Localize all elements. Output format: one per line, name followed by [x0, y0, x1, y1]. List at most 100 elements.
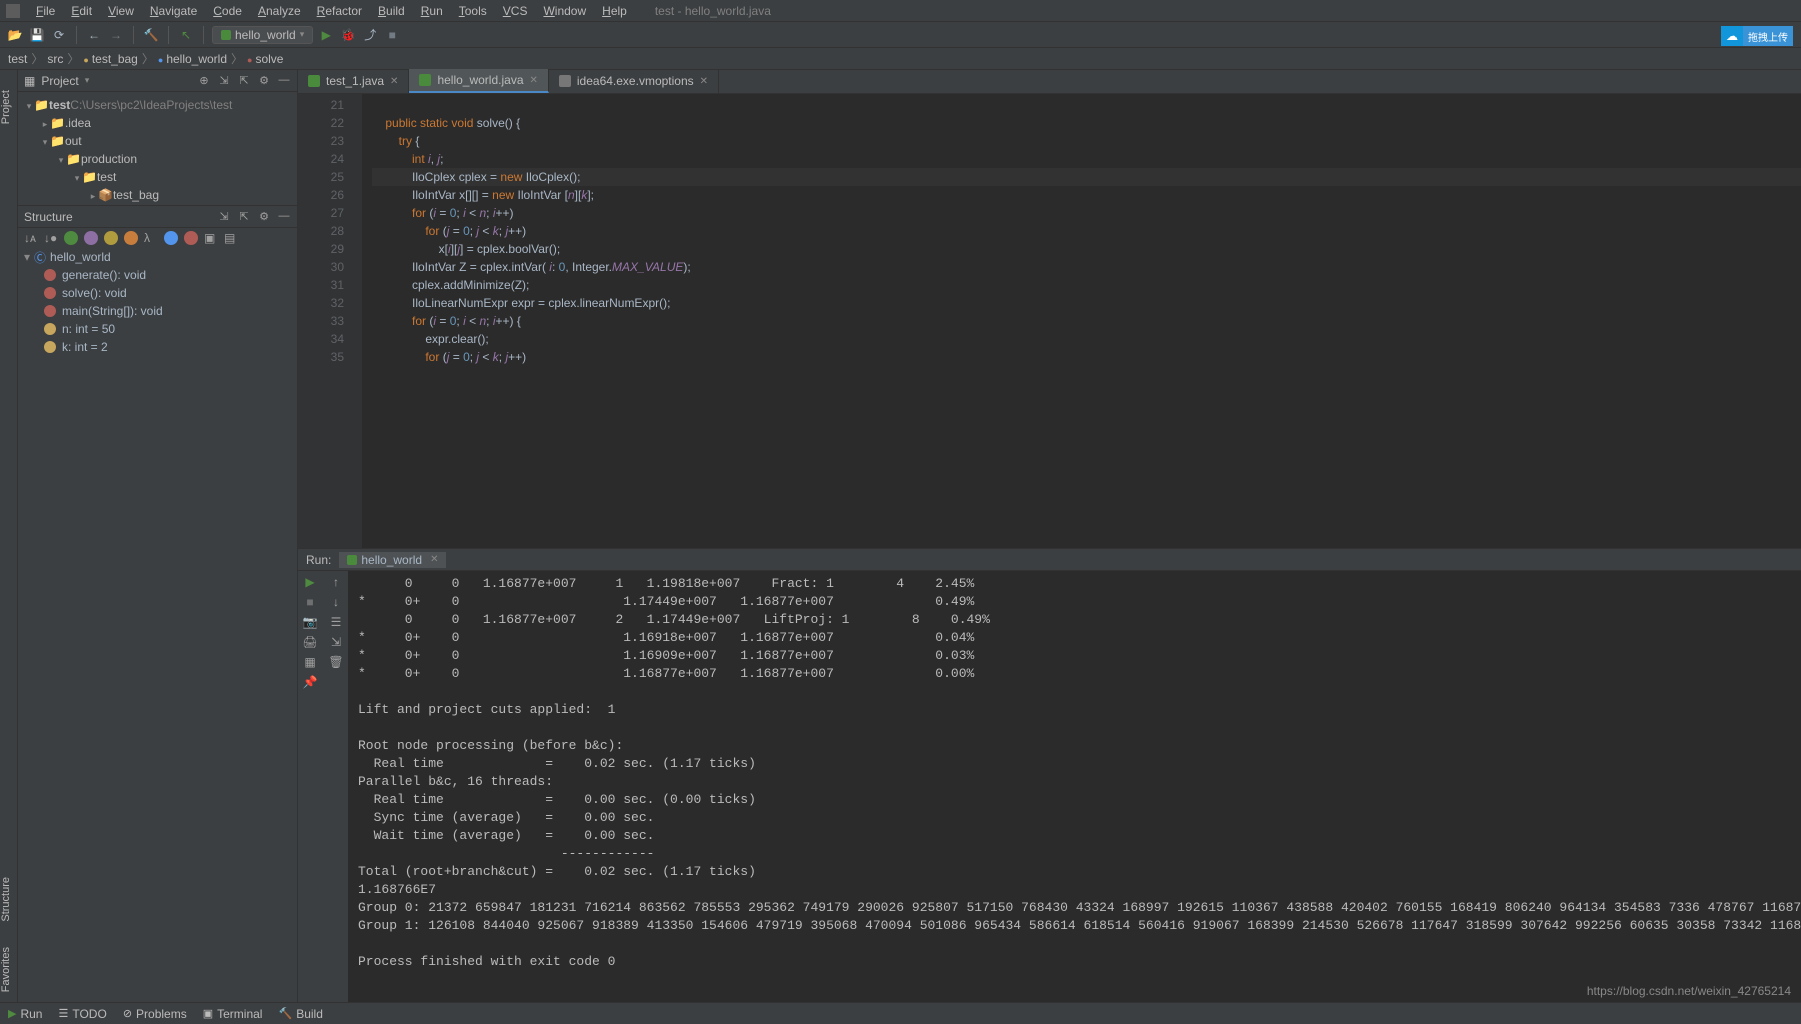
- tree-node-test[interactable]: test: [97, 170, 116, 184]
- run-output[interactable]: 0 0 1.16877e+007 1 1.19818e+007 Fract: 1…: [348, 571, 1801, 1002]
- structure-member[interactable]: k: int = 2: [62, 340, 108, 354]
- scroll-icon[interactable]: ⇲: [327, 635, 345, 649]
- run-config-selector[interactable]: hello_world: [212, 26, 313, 44]
- project-root-name[interactable]: test: [49, 98, 70, 112]
- breadcrumb-item[interactable]: src: [47, 52, 63, 66]
- menu-code[interactable]: Code: [205, 2, 250, 20]
- save-all-icon[interactable]: 💾: [28, 26, 46, 44]
- tree-node-testbag[interactable]: test_bag: [113, 188, 159, 202]
- tree-node-out[interactable]: out: [65, 134, 82, 148]
- cloud-upload-button[interactable]: ☁ 拖拽上传: [1721, 26, 1793, 46]
- menu-tools[interactable]: Tools: [451, 2, 495, 20]
- run-config-tab[interactable]: hello_world✕: [339, 552, 446, 568]
- structure-tool-button[interactable]: Structure: [0, 877, 12, 922]
- open-icon[interactable]: 📂: [6, 26, 24, 44]
- breadcrumb-item[interactable]: hello_world: [158, 52, 227, 66]
- status-terminal[interactable]: ▣Terminal: [203, 1007, 263, 1021]
- tab-label: test_1.java: [326, 74, 384, 88]
- close-icon[interactable]: ✕: [430, 554, 438, 565]
- stop-icon[interactable]: ■: [301, 595, 319, 609]
- tab-label: hello_world.java: [437, 73, 523, 87]
- close-icon[interactable]: ✕: [530, 75, 538, 86]
- autoscroll-icon[interactable]: ▣: [204, 231, 218, 245]
- structure-tree[interactable]: ▾Ⓒhello_world generate(): void solve(): …: [18, 248, 297, 356]
- run-coverage-icon[interactable]: ⤴: [361, 26, 379, 44]
- dropdown-icon[interactable]: ▾: [85, 75, 90, 86]
- gear-icon[interactable]: ⚙: [257, 74, 271, 88]
- sort-visibility-icon[interactable]: ↓●: [44, 231, 58, 245]
- autoscroll2-icon[interactable]: ▤: [224, 231, 238, 245]
- status-build[interactable]: 🔨Build: [278, 1007, 322, 1021]
- show-inherited-icon[interactable]: [124, 231, 138, 245]
- show-methods-icon[interactable]: [64, 231, 78, 245]
- menu-analyze[interactable]: Analyze: [250, 2, 309, 20]
- structure-class[interactable]: hello_world: [50, 250, 111, 264]
- rerun-icon[interactable]: ▶: [301, 575, 319, 589]
- structure-member[interactable]: generate(): void: [62, 268, 146, 282]
- breadcrumb-item[interactable]: test_bag: [83, 52, 137, 66]
- menu-window[interactable]: Window: [535, 2, 594, 20]
- debug-icon[interactable]: 🐞: [339, 26, 357, 44]
- show-nonpublic-icon[interactable]: [164, 231, 178, 245]
- separator: [76, 26, 77, 44]
- status-todo[interactable]: ☰TODO: [58, 1007, 106, 1021]
- tree-node-idea[interactable]: .idea: [65, 116, 91, 130]
- back-icon[interactable]: ←: [85, 26, 103, 44]
- stop-icon[interactable]: ■: [383, 26, 401, 44]
- hide-icon[interactable]: —: [277, 210, 291, 224]
- structure-member[interactable]: solve(): void: [62, 286, 127, 300]
- print-icon[interactable]: 🖨: [301, 635, 319, 649]
- favorites-tool-button[interactable]: Favorites: [0, 947, 12, 992]
- status-problems[interactable]: ⊘Problems: [123, 1007, 187, 1021]
- run-icon[interactable]: ▶: [317, 26, 335, 44]
- project-tree[interactable]: 📁 test C:\Users\pc2\IdeaProjects\test 📁 …: [18, 92, 297, 206]
- select-icon[interactable]: ↖: [177, 26, 195, 44]
- target-icon[interactable]: ⊕: [197, 74, 211, 88]
- show-fields-icon[interactable]: [104, 231, 118, 245]
- structure-member[interactable]: main(String[]): void: [62, 304, 163, 318]
- build-icon[interactable]: 🔨: [142, 26, 160, 44]
- sort-az-icon[interactable]: ↓ᴀ: [24, 231, 38, 245]
- menu-edit[interactable]: Edit: [63, 2, 100, 20]
- menu-view[interactable]: View: [100, 2, 142, 20]
- menu-run[interactable]: Run: [413, 2, 451, 20]
- breadcrumb-item[interactable]: solve: [247, 52, 283, 66]
- editor-tab[interactable]: test_1.java ✕: [298, 69, 409, 93]
- menu-help[interactable]: Help: [594, 2, 635, 20]
- menu-build[interactable]: Build: [370, 2, 413, 20]
- window-title: test - hello_world.java: [655, 4, 771, 18]
- gear-icon[interactable]: ⚙: [257, 210, 271, 224]
- up-icon[interactable]: ↑: [327, 575, 345, 589]
- editor-tab[interactable]: idea64.exe.vmoptions✕: [549, 69, 719, 93]
- hide-icon[interactable]: —: [277, 74, 291, 88]
- expand-icon[interactable]: ⇲: [217, 74, 231, 88]
- camera-icon[interactable]: 📷: [301, 615, 319, 629]
- show-lambdas-icon[interactable]: [84, 231, 98, 245]
- menu-navigate[interactable]: Navigate: [142, 2, 205, 20]
- forward-icon[interactable]: →: [107, 26, 125, 44]
- collapse-icon[interactable]: ⇱: [237, 74, 251, 88]
- down-icon[interactable]: ↓: [327, 595, 345, 609]
- delete-icon[interactable]: 🗑: [327, 655, 345, 669]
- project-tool-button[interactable]: Project: [0, 90, 12, 124]
- close-icon[interactable]: ✕: [700, 76, 708, 87]
- tree-node-production[interactable]: production: [81, 152, 137, 166]
- editor-tab[interactable]: hello_world.java ✕: [409, 69, 548, 93]
- menu-vcs[interactable]: VCS: [495, 2, 536, 20]
- show-properties-icon[interactable]: [184, 231, 198, 245]
- editor-body[interactable]: 212223242526272829303132333435 public st…: [298, 94, 1801, 548]
- breadcrumb-item[interactable]: test: [8, 52, 27, 66]
- menu-file[interactable]: File: [28, 2, 63, 20]
- collapse-icon[interactable]: ⇱: [237, 210, 251, 224]
- refresh-icon[interactable]: ⟳: [50, 26, 68, 44]
- pin-icon[interactable]: 📌: [301, 675, 319, 689]
- anon-icon[interactable]: λ: [144, 231, 158, 245]
- status-run[interactable]: ▶Run: [8, 1007, 42, 1021]
- layout-icon[interactable]: ▦: [301, 655, 319, 669]
- softwrap-icon[interactable]: ☰: [327, 615, 345, 629]
- expand-icon[interactable]: ⇲: [217, 210, 231, 224]
- editor-code[interactable]: public static void solve() { try { int i…: [362, 94, 1801, 548]
- menu-refactor[interactable]: Refactor: [309, 2, 370, 20]
- close-icon[interactable]: ✕: [390, 76, 398, 87]
- structure-member[interactable]: n: int = 50: [62, 322, 115, 336]
